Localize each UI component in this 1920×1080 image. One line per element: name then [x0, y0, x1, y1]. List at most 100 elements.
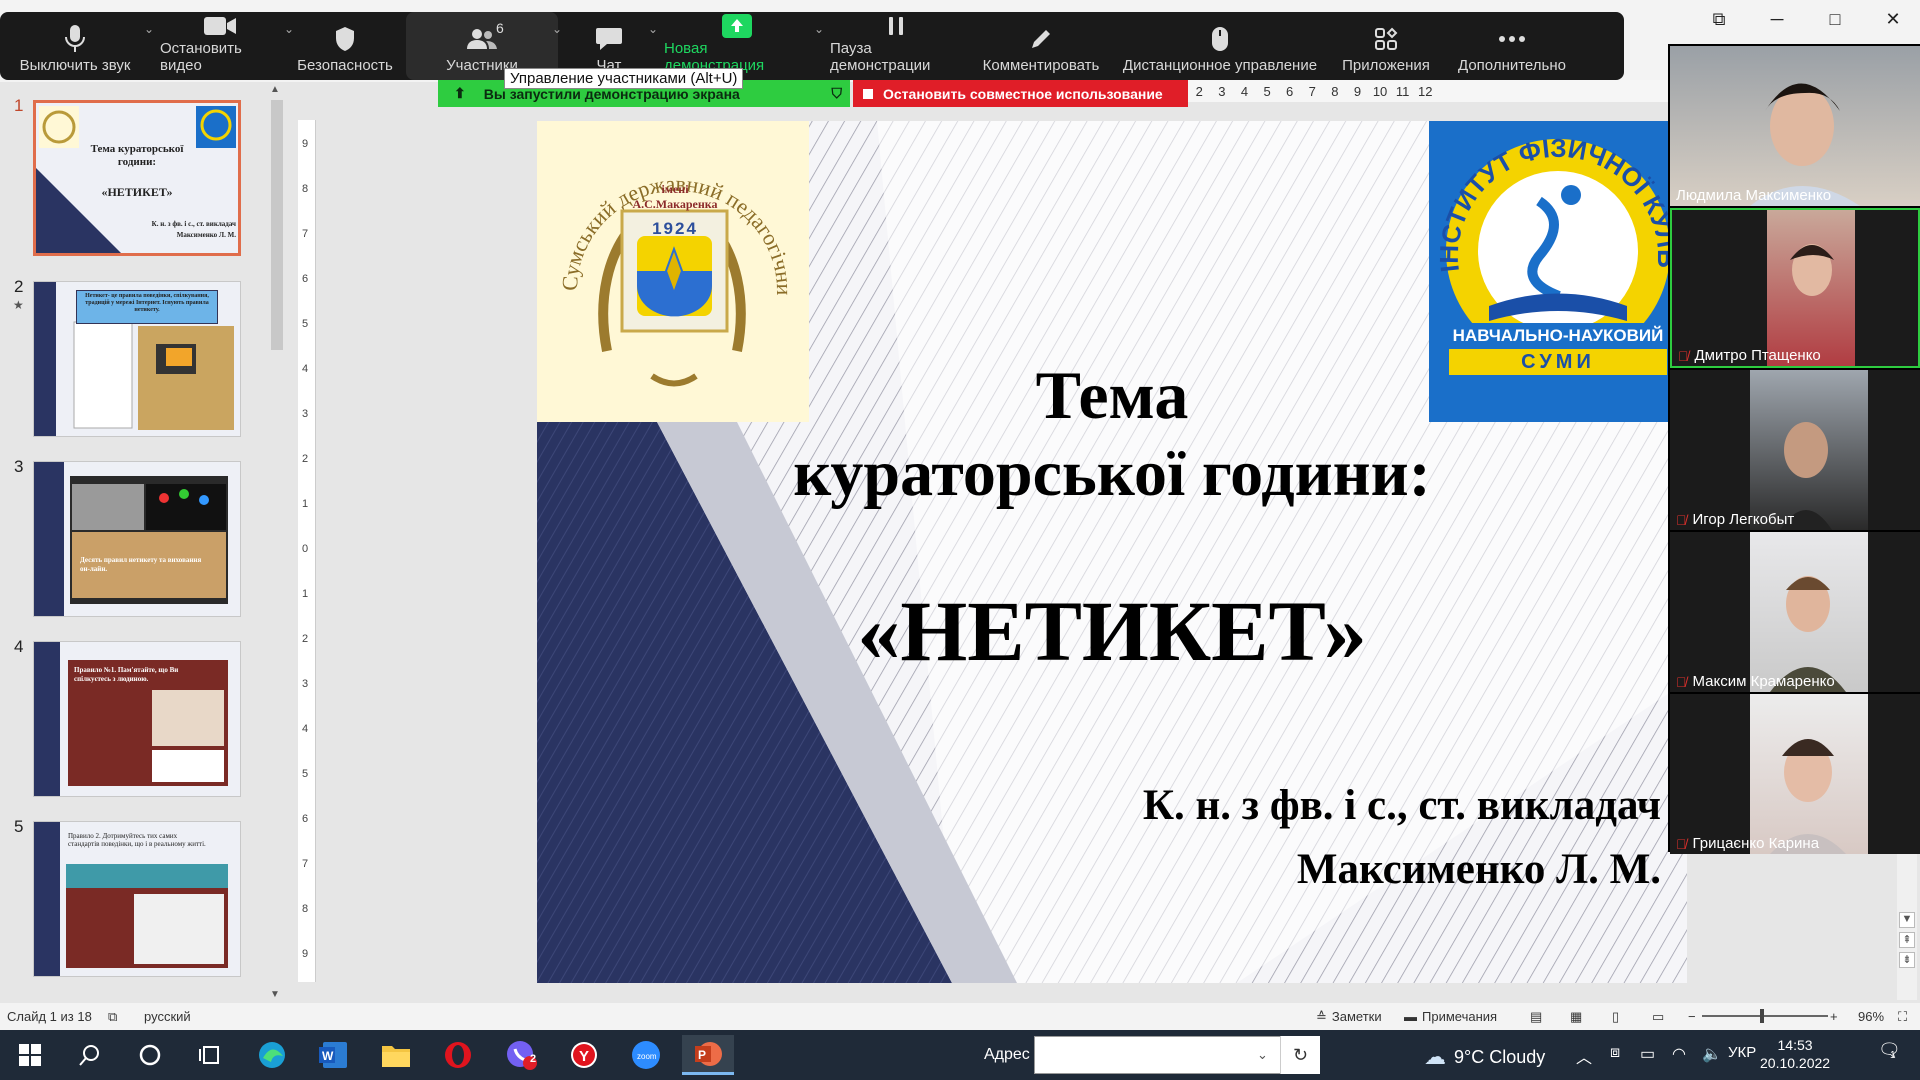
maximize-button[interactable]: □ [1806, 8, 1864, 30]
scroll-down-icon[interactable]: ▼ [270, 989, 280, 1000]
zoom-slider[interactable] [1702, 1009, 1828, 1023]
participant-name-tag: Людмила Максименко [1676, 187, 1831, 204]
word-icon[interactable]: W [308, 1035, 360, 1075]
ruler-mark: 7 [302, 858, 309, 870]
chevron-down-icon[interactable]: ⌄ [552, 22, 562, 36]
address-bar-input[interactable]: ⌄ [1034, 1036, 1320, 1074]
viber-icon[interactable]: 2 [496, 1035, 548, 1075]
language-indicator[interactable]: русский [144, 1009, 191, 1024]
yandex-browser-icon[interactable]: Y [558, 1035, 610, 1075]
thumb-text: Нетикет- це правила поведінки, спілкуван… [76, 290, 218, 324]
chevron-down-icon[interactable]: ⌄ [1257, 1047, 1268, 1063]
ruler-mark: 9 [1353, 83, 1362, 99]
comments-button[interactable]: ▬ Примечания [1404, 1009, 1497, 1024]
slide-sorter-icon[interactable]: ▦ [1570, 1009, 1582, 1025]
weather-text: 9°C Cloudy [1454, 1046, 1546, 1067]
participants-count: 6 [496, 20, 504, 36]
zoom-out-icon[interactable]: − [1688, 1009, 1696, 1024]
svg-text:Y: Y [579, 1048, 589, 1065]
close-button[interactable]: ✕ [1864, 8, 1920, 30]
star-icon: ★ [13, 298, 24, 312]
chevron-up-icon[interactable]: ︿ [1576, 1044, 1592, 1068]
ruler-mark: 5 [302, 318, 309, 330]
meet-now-icon[interactable]: ⧈ [1610, 1044, 1620, 1062]
ruler-mark: 4 [302, 723, 309, 735]
notification-count: 1 [1890, 1050, 1896, 1061]
system-clock[interactable]: 14:53 20.10.2022 [1760, 1036, 1830, 1072]
task-view-icon[interactable] [184, 1035, 236, 1075]
weather-widget[interactable]: ☁ 9°C Cloudy [1424, 1044, 1545, 1070]
input-language[interactable]: УКР [1728, 1044, 1756, 1061]
participant-name-tag: 🎙̸ Игор Легкобыт [1676, 511, 1794, 528]
thumb-subtitle: «НЕТИКЕТ» [101, 185, 173, 199]
thumb-number: 2 [14, 277, 24, 296]
powerpoint-status-bar: Слайд 1 из 18 ⧉ русский ≙ Заметки ▬ Примеч… [0, 1003, 1920, 1030]
comment-icon: ▬ [1404, 1009, 1417, 1024]
pause-share-button[interactable]: Пауза демонстрации [820, 12, 972, 80]
spellcheck-icon[interactable]: ⧉ [108, 1009, 117, 1025]
slide-thumbnail-3[interactable]: Десять правил нетикету та виховання он-л… [33, 461, 241, 617]
file-explorer-icon[interactable] [370, 1035, 422, 1075]
fit-to-window-icon[interactable]: ⛶ [1898, 1009, 1907, 1025]
pause-icon [886, 12, 906, 40]
wifi-icon[interactable]: ◠ [1672, 1044, 1686, 1064]
next-slide-icon[interactable]: ⇟ [1899, 952, 1915, 968]
scroll-up-icon[interactable]: ▲ [270, 84, 280, 95]
restore-icon[interactable]: ⧉ [1690, 8, 1748, 30]
search-icon[interactable] [64, 1035, 116, 1075]
stop-share-button[interactable]: Остановить совместное использование [853, 80, 1188, 107]
zoom-level[interactable]: 96% [1858, 1009, 1884, 1024]
stop-video-button[interactable]: ⌄ Остановить видео [150, 12, 294, 80]
windows-start-icon[interactable] [4, 1035, 56, 1075]
slide-thumbnail-2[interactable]: Нетикет- це правила поведінки, спілкуван… [33, 281, 241, 437]
thumbnail-scrollbar[interactable]: ▲ ▼ [267, 82, 287, 1002]
normal-view-icon[interactable]: ▤ [1530, 1009, 1542, 1025]
security-button[interactable]: Безопасность [290, 12, 400, 80]
ruler-mark: 6 [1286, 83, 1294, 99]
speaker-icon[interactable]: 🔈 [1702, 1044, 1722, 1064]
remote-control-button[interactable]: Дистанционное управление [1110, 12, 1330, 80]
edge-browser-icon[interactable] [246, 1035, 298, 1075]
powerpoint-icon[interactable]: P [682, 1035, 734, 1075]
participant-video-tile[interactable]: 🎙̸ Грицаєнко Карина [1670, 694, 1920, 854]
zoom-share-toolbar: ⌄ Выключить звук ⌄ Остановить видео Безо… [0, 12, 1624, 80]
zoom-slider-thumb[interactable] [1760, 1009, 1764, 1023]
annotate-button[interactable]: Комментировать [972, 12, 1110, 80]
apps-button[interactable]: Приложения [1330, 12, 1442, 80]
participant-video-tile[interactable]: 🎙̸ Дмитро Птащенко [1670, 208, 1920, 368]
notes-icon: ≙ [1316, 1008, 1327, 1024]
svg-text:W: W [322, 1049, 334, 1063]
participant-video-tile[interactable]: 🎙̸ Максим Крамаренко [1670, 532, 1920, 692]
cortana-icon[interactable] [124, 1035, 176, 1075]
notes-button[interactable]: ≙ Заметки [1316, 1009, 1382, 1025]
cloud-icon: ☁ [1424, 1044, 1446, 1069]
slide-thumbnail-4[interactable]: Правило №1. Пам'ятайте, що Ви спілкуєтес… [33, 641, 241, 797]
mute-button[interactable]: ⌄ Выключить звук [0, 12, 154, 80]
zoom-in-icon[interactable]: + [1830, 1009, 1838, 1024]
arrow-up-icon[interactable]: ⬆ [454, 85, 466, 102]
scroll-thumb[interactable] [271, 100, 283, 350]
battery-icon[interactable]: ▭ [1640, 1044, 1655, 1064]
ruler-mark: 8 [302, 183, 309, 195]
mouse-icon [1211, 21, 1229, 57]
current-slide[interactable]: Сумський державний педагогічний універси… [537, 121, 1687, 983]
participants-icon [466, 21, 498, 57]
minimize-button[interactable]: ─ [1748, 8, 1806, 30]
slideshow-icon[interactable]: ▭ [1652, 1009, 1664, 1025]
zoom-app-icon[interactable]: zoom [620, 1035, 672, 1075]
previous-slide-icon[interactable]: ⇞ [1899, 932, 1915, 948]
slide-thumbnail-5[interactable]: Правило 2. Дотримуйтесь тих самих станда… [33, 821, 241, 977]
scroll-down-icon[interactable]: ▼ [1899, 912, 1915, 928]
notification-center-icon[interactable]: 🗨 1 [1878, 1040, 1901, 1061]
slide-counter-text: Слайд 1 из 18 [7, 1009, 92, 1024]
participant-video-tile[interactable]: 🎙̸ Игор Легкобыт [1670, 370, 1920, 530]
thumb-author: К. н. з фв. і с., ст. викладач Максименк… [151, 220, 236, 239]
ruler-mark: 4 [1240, 83, 1249, 99]
participant-video-tile[interactable]: Людмила Максименко [1670, 46, 1920, 206]
refresh-icon[interactable]: ↻ [1280, 1036, 1320, 1074]
more-button[interactable]: Дополнительно [1442, 12, 1582, 80]
slide-thumbnail-1[interactable]: Тема кураторської години: «НЕТИКЕТ» К. н… [33, 100, 241, 256]
reading-view-icon[interactable]: ▯ [1612, 1009, 1619, 1025]
opera-icon[interactable] [432, 1035, 484, 1075]
vertical-ruler: 9 8 7 6 5 4 3 2 1 0 1 2 3 4 5 6 7 8 9 [298, 120, 316, 982]
